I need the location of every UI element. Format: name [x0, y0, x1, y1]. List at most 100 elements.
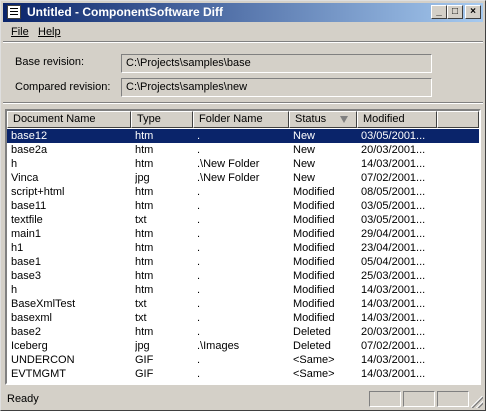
- cell-name: base2a: [11, 144, 48, 156]
- cell-type: htm: [135, 130, 154, 142]
- column-header-document-name[interactable]: Document Name: [7, 111, 131, 128]
- cell-status: Deleted: [293, 340, 331, 352]
- cell-type: htm: [135, 186, 154, 198]
- cell-modified: 20/03/2001...: [361, 144, 426, 156]
- window-title: Untitled - ComponentSoftware Diff: [27, 5, 223, 19]
- base-revision-field[interactable]: C:\Projects\samples\base: [121, 54, 432, 73]
- cell-name: base3: [11, 270, 41, 282]
- cell-folder: .: [197, 326, 201, 338]
- cell-folder: .: [197, 312, 201, 324]
- panel-separator: [3, 102, 483, 104]
- status-bar: Ready: [3, 390, 483, 408]
- column-header-type[interactable]: Type: [131, 111, 193, 128]
- cell-status: Modified: [293, 214, 335, 226]
- cell-modified: 14/03/2001...: [361, 158, 426, 170]
- cell-type: htm: [135, 284, 154, 296]
- status-panel-1: [369, 391, 401, 407]
- cell-folder: .: [197, 214, 201, 226]
- minimize-button[interactable]: _: [431, 5, 447, 19]
- menu-bar: File Help: [3, 23, 483, 41]
- cell-name: EVTMGMT: [11, 368, 66, 380]
- cell-modified: 14/03/2001...: [361, 312, 426, 324]
- table-row[interactable]: base11 htm. Modified 03/05/2001...: [7, 199, 479, 213]
- table-row[interactable]: Iceberg jpg .\Images Deleted 07/02/2001...: [7, 339, 479, 353]
- table-row[interactable]: BaseXmlTest txt. Modified 14/03/2001...: [7, 297, 479, 311]
- cell-type: htm: [135, 228, 154, 240]
- cell-name: base2: [11, 326, 41, 338]
- maximize-button[interactable]: □: [447, 5, 463, 19]
- status-panel-2: [403, 391, 435, 407]
- cell-type: htm: [135, 144, 154, 156]
- menu-help-label: Help: [38, 26, 61, 38]
- cell-folder: .: [197, 256, 201, 268]
- cell-folder: .: [197, 368, 201, 380]
- cell-name: Vinca: [11, 172, 39, 184]
- table-row[interactable]: base12 htm. New 03/05/2001...: [7, 129, 479, 143]
- cell-folder: .\Images: [197, 340, 240, 352]
- table-row[interactable]: main1 htm. Modified 29/04/2001...: [7, 227, 479, 241]
- app-icon[interactable]: [7, 5, 21, 19]
- resize-grip[interactable]: [471, 396, 483, 408]
- column-header-filler: [437, 111, 479, 128]
- cell-modified: 03/05/2001...: [361, 200, 426, 212]
- cell-modified: 07/02/2001...: [361, 340, 426, 352]
- cell-type: htm: [135, 270, 154, 282]
- cell-status: Modified: [293, 312, 335, 324]
- cell-folder: .: [197, 186, 201, 198]
- cell-status: Modified: [293, 186, 335, 198]
- cell-status: Modified: [293, 298, 335, 310]
- cell-name: BaseXmlTest: [11, 298, 76, 310]
- cell-status: Modified: [293, 242, 335, 254]
- cell-status: New: [293, 130, 316, 142]
- cell-type: txt: [135, 298, 147, 310]
- cell-modified: 29/04/2001...: [361, 228, 426, 240]
- main-window: Untitled - ComponentSoftware Diff _ □ × …: [0, 0, 486, 411]
- table-row[interactable]: base2 htm. Deleted 20/03/2001...: [7, 325, 479, 339]
- table-row[interactable]: script+html htm. Modified 08/05/2001...: [7, 185, 479, 199]
- table-row[interactable]: EVTMGMT GIF. <Same> 14/03/2001...: [7, 367, 479, 381]
- cell-folder: .: [197, 354, 201, 366]
- cell-status: Modified: [293, 256, 335, 268]
- title-bar[interactable]: Untitled - ComponentSoftware Diff _ □ ×: [3, 3, 483, 22]
- table-row[interactable]: UNDERCON GIF. <Same> 14/03/2001...: [7, 353, 479, 367]
- cell-type: htm: [135, 158, 154, 170]
- cell-status: <Same>: [293, 354, 335, 366]
- column-header-status[interactable]: Status: [289, 111, 357, 128]
- table-row[interactable]: Vinca jpg .\New Folder New 07/02/2001...: [7, 171, 479, 185]
- status-text: Ready: [7, 393, 39, 405]
- cell-status: Modified: [293, 270, 335, 282]
- close-button[interactable]: ×: [465, 5, 481, 19]
- table-row[interactable]: base2a htm. New 20/03/2001...: [7, 143, 479, 157]
- menu-help[interactable]: Help: [38, 26, 61, 38]
- cell-modified: 14/03/2001...: [361, 298, 426, 310]
- table-row[interactable]: h htm. Modified 14/03/2001...: [7, 283, 479, 297]
- table-row[interactable]: h1 htm. Modified 23/04/2001...: [7, 241, 479, 255]
- cell-folder: .: [197, 228, 201, 240]
- cell-folder: .: [197, 200, 201, 212]
- table-row[interactable]: h htm .\New Folder New 14/03/2001...: [7, 157, 479, 171]
- document-list[interactable]: Document Name Type Folder Name Status Mo…: [5, 109, 481, 385]
- table-row[interactable]: textfile txt. Modified 03/05/2001...: [7, 213, 479, 227]
- column-header-modified[interactable]: Modified: [357, 111, 437, 128]
- table-row[interactable]: base3 htm. Modified 25/03/2001...: [7, 269, 479, 283]
- cell-type: GIF: [135, 354, 154, 366]
- menu-separator: [3, 41, 483, 43]
- menu-file[interactable]: File: [11, 26, 29, 38]
- cell-modified: 08/05/2001...: [361, 186, 426, 198]
- cell-name: base1: [11, 256, 41, 268]
- column-header-status-label: Status: [295, 113, 327, 125]
- table-row[interactable]: base1 htm. Modified 05/04/2001...: [7, 255, 479, 269]
- cell-type: htm: [135, 200, 154, 212]
- cell-name: base12: [11, 130, 48, 142]
- cell-modified: 14/03/2001...: [361, 354, 426, 366]
- cell-name: script+html: [11, 186, 65, 198]
- cell-type: jpg: [135, 340, 150, 352]
- column-header-folder-name[interactable]: Folder Name: [193, 111, 289, 128]
- sort-descending-icon: [340, 116, 348, 123]
- cell-folder: .\New Folder: [197, 158, 260, 170]
- cell-modified: 20/03/2001...: [361, 326, 426, 338]
- cell-modified: 03/05/2001...: [361, 214, 426, 226]
- table-row[interactable]: basexml txt. Modified 14/03/2001...: [7, 311, 479, 325]
- compared-revision-field[interactable]: C:\Projects\samples\new: [121, 78, 432, 97]
- cell-folder: .: [197, 144, 201, 156]
